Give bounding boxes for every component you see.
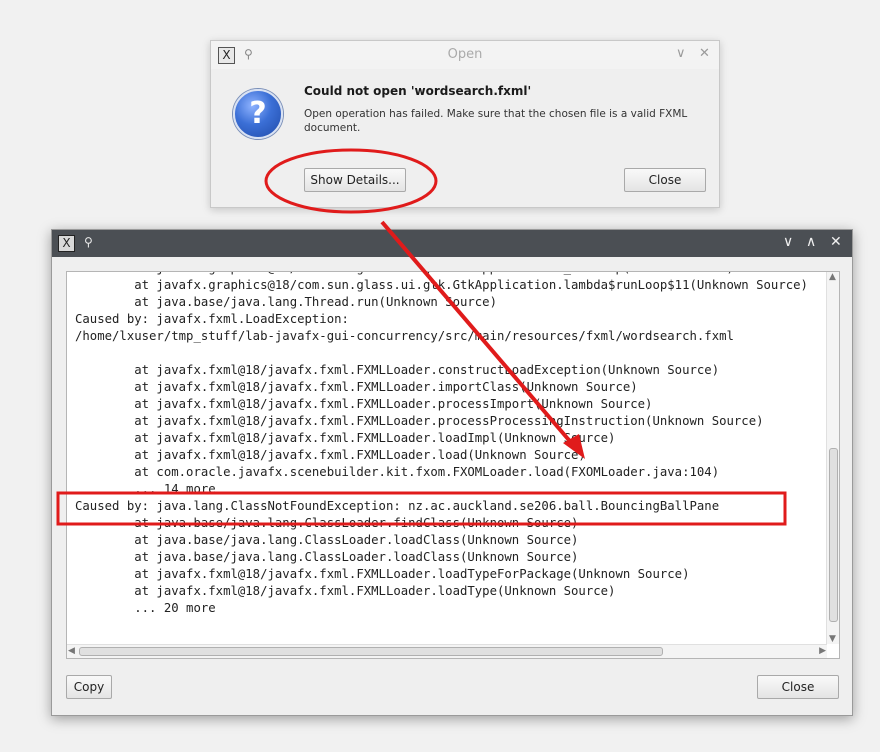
trace-line: at com.oracle.javafx.scenebuilder.kit.fx… [75,465,720,479]
maximize-button[interactable]: ∧ [806,234,816,250]
vertical-scroll-thumb[interactable] [829,448,838,622]
trace-line: ... 14 more [75,482,216,496]
app-icon: X [58,235,75,252]
stack-trace-textarea[interactable]: at javafx.graphics@18/com.sun.glass.ui.g… [66,271,840,659]
trace-line: at java.base/java.lang.ClassLoader.findC… [75,516,579,530]
trace-line: at javafx.graphics@18/com.sun.glass.ui.g… [75,278,808,292]
trace-line: at java.base/java.lang.ClassLoader.loadC… [75,550,579,564]
trace-line: at javafx.fxml@18/javafx.fxml.FXMLLoader… [75,380,638,394]
minimize-button[interactable]: ∨ [676,46,686,61]
error-message: Open operation has failed. Make sure tha… [304,108,688,134]
open-error-dialog: X ⚲ Open ∨ ✕ ? Could not open 'wordsearc… [210,40,720,208]
details-titlebar: X ⚲ ∨ ∧ ✕ [52,230,852,257]
show-details-button[interactable]: Show Details... [304,168,406,192]
question-icon: ? [233,89,283,139]
trace-line: Caused by: java.lang.ClassNotFoundExcept… [75,499,720,513]
close-window-button[interactable]: ✕ [830,234,842,250]
trace-line: Caused by: javafx.fxml.LoadException: [75,312,349,326]
dialog-title: Open [447,47,483,62]
scroll-up-icon[interactable]: ▲ [829,272,836,282]
details-window: X ⚲ ∨ ∧ ✕ at javafx.graphics@18/com.sun.… [51,229,853,716]
trace-line: at javafx.fxml@18/javafx.fxml.FXMLLoader… [75,567,690,581]
scroll-right-icon[interactable]: ▶ [819,646,826,656]
error-heading: Could not open 'wordsearch.fxml' [304,84,532,98]
trace-line: at javafx.fxml@18/javafx.fxml.FXMLLoader… [75,397,653,411]
vertical-scrollbar[interactable]: ▲ ▼ [826,272,839,644]
scroll-left-icon[interactable]: ◀ [68,646,75,656]
trace-line: ... 20 more [75,601,216,615]
close-window-button[interactable]: ✕ [699,46,710,61]
close-button[interactable]: Close [624,168,706,192]
minimize-button[interactable]: ∨ [783,234,793,250]
dialog-titlebar: X ⚲ Open ∨ ✕ [211,41,719,69]
close-button[interactable]: Close [757,675,839,699]
horizontal-scroll-thumb[interactable] [79,647,663,656]
trace-line: at java.base/java.lang.ClassLoader.loadC… [75,533,579,547]
trace-line: at java.base/java.lang.Thread.run(Unknow… [75,295,497,309]
trace-line: /home/lxuser/tmp_stuff/lab-javafx-gui-co… [75,329,734,343]
trace-line: at javafx.fxml@18/javafx.fxml.FXMLLoader… [75,414,764,428]
trace-line: at javafx.fxml@18/javafx.fxml.FXMLLoader… [75,363,720,377]
trace-line [75,345,808,362]
trace-line: at javafx.fxml@18/javafx.fxml.FXMLLoader… [75,584,616,598]
trace-line: at javafx.fxml@18/javafx.fxml.FXMLLoader… [75,431,616,445]
horizontal-scrollbar[interactable]: ◀ ▶ [67,644,827,658]
trace-line: at javafx.fxml@18/javafx.fxml.FXMLLoader… [75,448,586,462]
scroll-down-icon[interactable]: ▼ [829,634,836,644]
pin-icon[interactable]: ⚲ [84,235,93,249]
stack-trace-text: at javafx.graphics@18/com.sun.glass.ui.g… [75,272,808,617]
copy-button[interactable]: Copy [66,675,112,699]
